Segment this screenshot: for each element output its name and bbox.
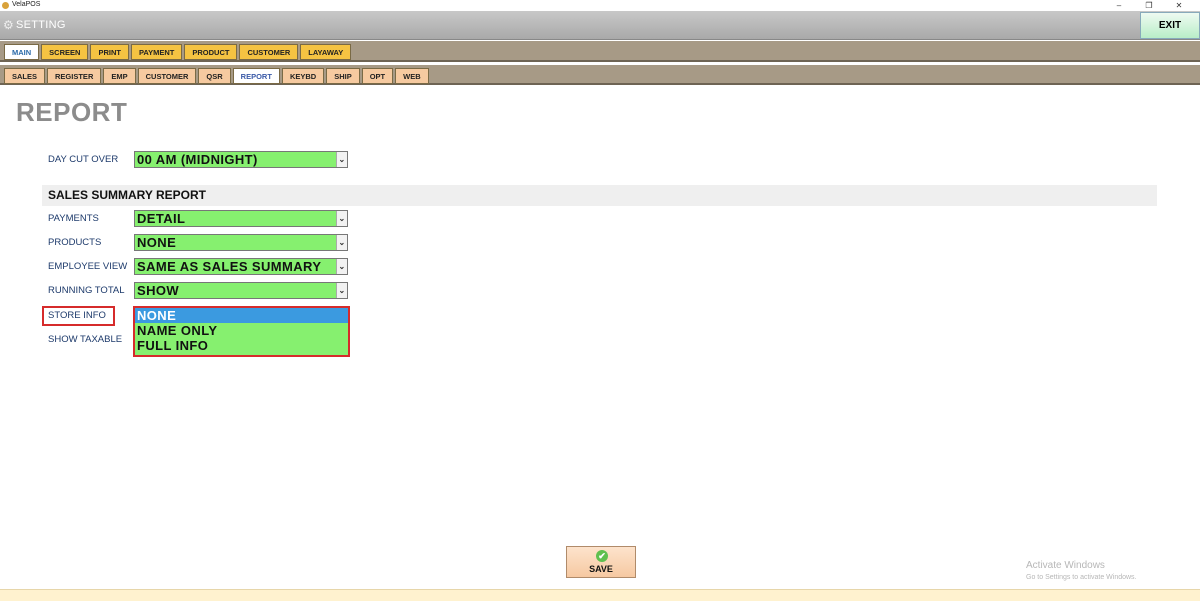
subtab-report[interactable]: REPORT (232, 68, 280, 84)
save-button[interactable]: ✔ SAVE (566, 546, 636, 578)
minimize-icon[interactable]: – (1104, 0, 1134, 11)
save-label: SAVE (589, 564, 613, 574)
tab-product[interactable]: PRODUCT (184, 44, 238, 60)
check-icon: ✔ (596, 550, 608, 562)
app-icon (2, 2, 9, 9)
products-value: NONE (137, 235, 177, 250)
running-total-value: SHOW (137, 283, 180, 298)
running-total-select[interactable]: SHOW ⌄ (134, 282, 348, 299)
employee-view-value: SAME AS SALES SUMMARY (137, 259, 322, 274)
products-label: PRODUCTS (48, 237, 102, 248)
watermark-title: Activate Windows (1026, 560, 1105, 571)
tab-main[interactable]: MAIN (4, 44, 40, 60)
header-title: SETTING (16, 19, 66, 31)
payments-value: DETAIL (137, 211, 186, 226)
chevron-down-icon[interactable]: ⌄ (336, 259, 347, 274)
chevron-down-icon[interactable]: ⌄ (336, 211, 347, 226)
tab-payment[interactable]: PAYMENT (130, 44, 183, 60)
watermark-subtitle: Go to Settings to activate Windows. (1026, 574, 1137, 581)
employee-view-select[interactable]: SAME AS SALES SUMMARY ⌄ (134, 258, 348, 275)
chevron-down-icon[interactable]: ⌄ (336, 283, 347, 298)
restore-icon[interactable]: ❐ (1134, 0, 1164, 11)
section-title: SALES SUMMARY REPORT (48, 188, 207, 202)
tab-screen[interactable]: SCREEN (41, 44, 89, 60)
subtab-emp[interactable]: EMP (103, 68, 136, 84)
subtab-keybd[interactable]: KEYBD (281, 68, 325, 84)
day-cut-over-label: DAY CUT OVER (48, 154, 119, 165)
page-title: REPORT (16, 97, 128, 127)
store-info-option[interactable]: NONE (135, 308, 348, 323)
status-bar (0, 589, 1200, 601)
app-header: ⚙ SETTING (0, 11, 1200, 40)
show-taxable-label: SHOW TAXABLE (48, 334, 123, 345)
store-info-option[interactable]: FULL INFO (135, 338, 348, 353)
close-icon[interactable]: ✕ (1164, 0, 1194, 11)
chevron-down-icon[interactable]: ⌄ (336, 152, 347, 167)
store-info-dropdown-list[interactable]: NONE NAME ONLY FULL INFO (133, 306, 350, 357)
payments-select[interactable]: DETAIL ⌄ (134, 210, 348, 227)
window-controls: – ❐ ✕ (1104, 0, 1194, 11)
tab-layaway[interactable]: LAYAWAY (300, 44, 352, 60)
employee-view-label: EMPLOYEE VIEW (48, 261, 128, 272)
main-tab-bar: MAIN SCREEN PRINT PAYMENT PRODUCT CUSTOMER LAY… (0, 41, 1200, 62)
subtab-opt[interactable]: OPT (361, 68, 394, 84)
os-titlebar: VelaPOS – ❐ ✕ (0, 0, 1200, 11)
subtab-qsr[interactable]: QSR (198, 68, 231, 84)
day-cut-over-select[interactable]: 00 AM (MIDNIGHT) ⌄ (134, 151, 348, 168)
tab-print[interactable]: PRINT (90, 44, 129, 60)
subtab-ship[interactable]: SHIP (326, 68, 360, 84)
subtab-sales[interactable]: SALES (4, 68, 46, 84)
section-header: SALES SUMMARY REPORT (42, 185, 1157, 206)
store-info-option[interactable]: NAME ONLY (135, 323, 348, 338)
store-info-label: STORE INFO (48, 310, 106, 321)
sub-tab-bar: SALES REGISTER EMP CUSTOMER QSR REPORT KEYBD SH… (0, 65, 1200, 85)
subtab-customer[interactable]: CUSTOMER (137, 68, 197, 84)
running-total-label: RUNNING TOTAL (48, 285, 125, 296)
subtab-register[interactable]: REGISTER (47, 68, 102, 84)
subtab-web[interactable]: WEB (395, 68, 429, 84)
app-title: VelaPOS (12, 1, 41, 8)
day-cut-over-value: 00 AM (MIDNIGHT) (137, 152, 258, 167)
tab-customer[interactable]: CUSTOMER (239, 44, 299, 60)
exit-button[interactable]: EXIT (1140, 12, 1200, 39)
chevron-down-icon[interactable]: ⌄ (336, 235, 347, 250)
activate-windows-watermark: Activate Windows Go to Settings to activ… (1026, 560, 1137, 581)
products-select[interactable]: NONE ⌄ (134, 234, 348, 251)
payments-label: PAYMENTS (48, 213, 99, 224)
gear-icon: ⚙ (3, 18, 14, 32)
content-area: REPORT DAY CUT OVER 00 AM (MIDNIGHT) ⌄ S… (0, 87, 1200, 587)
